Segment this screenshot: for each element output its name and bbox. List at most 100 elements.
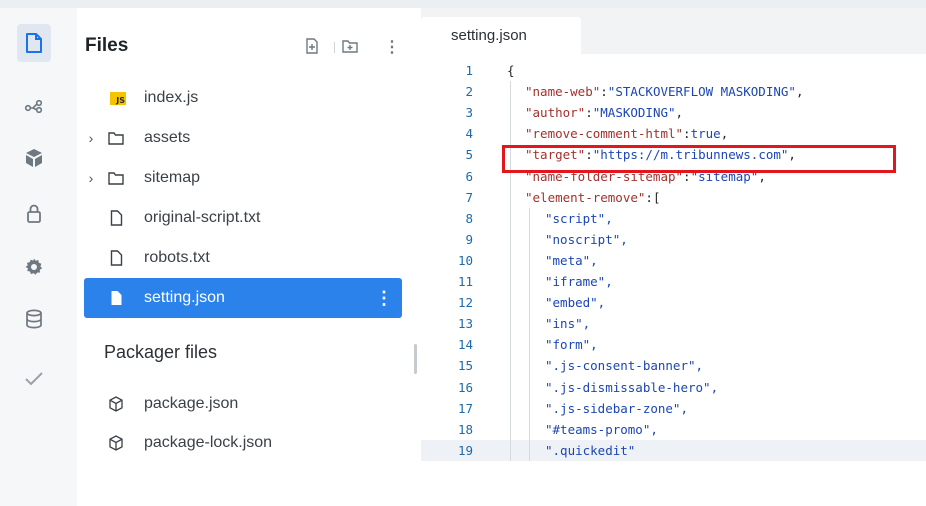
file-options-icon[interactable]: ⋮ (375, 288, 393, 309)
line-number: 5 (465, 147, 473, 163)
line-number: 14 (457, 337, 473, 353)
code-text: "script", (545, 210, 613, 226)
code-line[interactable]: 2 "name-web":"STACKOVERFLOW MASKODING", (421, 81, 926, 102)
file-label: robots.txt (144, 249, 210, 266)
code-text: "ins", (545, 316, 591, 332)
line-number: 4 (465, 126, 473, 142)
code-text: "element-remove":[ (525, 189, 661, 205)
activity-bar (0, 8, 77, 506)
line-number: 7 (465, 189, 473, 205)
header-divider (334, 42, 335, 53)
panel-resize-handle[interactable] (414, 344, 417, 374)
code-line[interactable]: 7 "element-remove":[ (421, 187, 926, 208)
code-line[interactable]: 15 ".js-consent-banner", (421, 355, 926, 376)
database-icon[interactable] (17, 300, 51, 338)
tab-label: setting.json (451, 27, 527, 44)
new-file-icon[interactable] (305, 38, 319, 59)
code-line[interactable]: 17 ".js-sidebar-zone", (421, 398, 926, 419)
line-number: 1 (465, 63, 473, 78)
code-text: ".js-consent-banner", (545, 358, 704, 374)
code-text: "remove-comment-html":true, (525, 126, 729, 142)
indent-guide (529, 207, 530, 461)
code-editor: setting.json 1{2 "name-web":"STACKOVERFLO… (421, 8, 926, 506)
code-line[interactable]: 14 "form", (421, 334, 926, 355)
file-label: setting.json (144, 289, 225, 306)
code-line[interactable]: 19 ".quickedit" (421, 439, 926, 461)
line-number: 6 (465, 168, 473, 184)
code-text: ".js-sidebar-zone", (545, 400, 688, 416)
code-line[interactable]: 16 ".js-dismissable-hero", (421, 377, 926, 398)
line-number: 3 (465, 105, 473, 121)
code-line[interactable]: 1{ (421, 60, 926, 81)
files-heading: Files (85, 35, 129, 56)
code-line[interactable]: 11 "iframe", (421, 271, 926, 292)
gear-icon[interactable] (17, 248, 51, 286)
code-text: "noscript", (545, 231, 628, 247)
file-row-package-json[interactable]: package.json (84, 384, 402, 424)
chevron-right-icon[interactable]: › (84, 170, 98, 186)
file-label: index.js (144, 89, 199, 106)
file-row-robots[interactable]: robots.txt (84, 238, 402, 278)
folder-label: sitemap (144, 169, 201, 186)
file-icon (107, 289, 125, 307)
line-number: 10 (457, 252, 473, 268)
code-line[interactable]: 12 "embed", (421, 292, 926, 313)
version-control-icon[interactable] (17, 87, 51, 125)
code-text: "form", (545, 337, 598, 353)
folder-icon (107, 129, 125, 147)
lock-icon[interactable] (17, 194, 51, 232)
code-text: ".js-dismissable-hero", (545, 379, 719, 395)
line-number: 2 (465, 84, 473, 100)
file-row-package-lock-json[interactable]: package-lock.json (84, 423, 402, 463)
file-icon (107, 249, 125, 267)
code-line[interactable]: 13 "ins", (421, 313, 926, 334)
code-line[interactable]: 9 "noscript", (421, 229, 926, 250)
checkmark-icon[interactable] (17, 360, 51, 398)
folder-label: assets (144, 129, 191, 146)
file-label: package-lock.json (144, 434, 273, 451)
packages-icon[interactable] (17, 139, 51, 177)
file-explorer: Files ⋮ JS index.js › assets › sitemap o… (77, 8, 413, 506)
code-line[interactable]: 18 "#teams-promo", (421, 419, 926, 440)
code-text: "iframe", (545, 274, 613, 289)
line-number: 18 (457, 421, 473, 437)
tab-setting-json[interactable]: setting.json (421, 17, 581, 54)
indent-guide (510, 81, 511, 461)
code-text: ".quickedit" (545, 442, 636, 458)
editor-tab-bar: setting.json (421, 8, 926, 54)
line-number: 16 (457, 379, 473, 395)
packager-files-heading: Packager files (104, 342, 218, 362)
code-text: "name-web":"STACKOVERFLOW MASKODING", (525, 84, 804, 100)
top-strip (0, 0, 926, 8)
package-icon (107, 434, 125, 452)
package-icon (107, 395, 125, 413)
code-text: "embed", (545, 295, 606, 311)
code-line[interactable]: 4 "remove-comment-html":true, (421, 123, 926, 144)
code-text: "author":"MASKODING", (525, 105, 684, 121)
line-number: 9 (465, 231, 473, 247)
line-number: 19 (457, 442, 473, 458)
chevron-right-icon[interactable]: › (84, 130, 98, 146)
highlight-box (502, 145, 896, 173)
line-number: 15 (457, 358, 473, 374)
folder-row-sitemap[interactable]: › sitemap (84, 158, 402, 198)
line-number: 12 (457, 295, 473, 311)
file-label: package.json (144, 395, 239, 412)
code-line[interactable]: 10 "meta", (421, 250, 926, 271)
code-text: "#teams-promo", (545, 421, 658, 437)
folder-row-assets[interactable]: › assets (84, 118, 402, 158)
line-number: 17 (457, 400, 473, 416)
more-options-icon[interactable]: ⋮ (384, 37, 400, 57)
code-line[interactable]: 3 "author":"MASKODING", (421, 102, 926, 123)
files-icon[interactable] (17, 24, 51, 62)
code-text: { (507, 63, 515, 78)
new-folder-icon[interactable] (342, 38, 358, 59)
file-row-original-script[interactable]: original-script.txt (84, 198, 402, 238)
line-number: 11 (457, 274, 473, 289)
folder-icon (107, 169, 125, 187)
file-row-index-js[interactable]: JS index.js (84, 78, 402, 118)
js-file-icon: JS (109, 89, 127, 107)
line-number: 8 (465, 210, 473, 226)
code-line[interactable]: 8 "script", (421, 208, 926, 229)
file-row-setting-json[interactable]: setting.json ⋮ (84, 278, 402, 318)
